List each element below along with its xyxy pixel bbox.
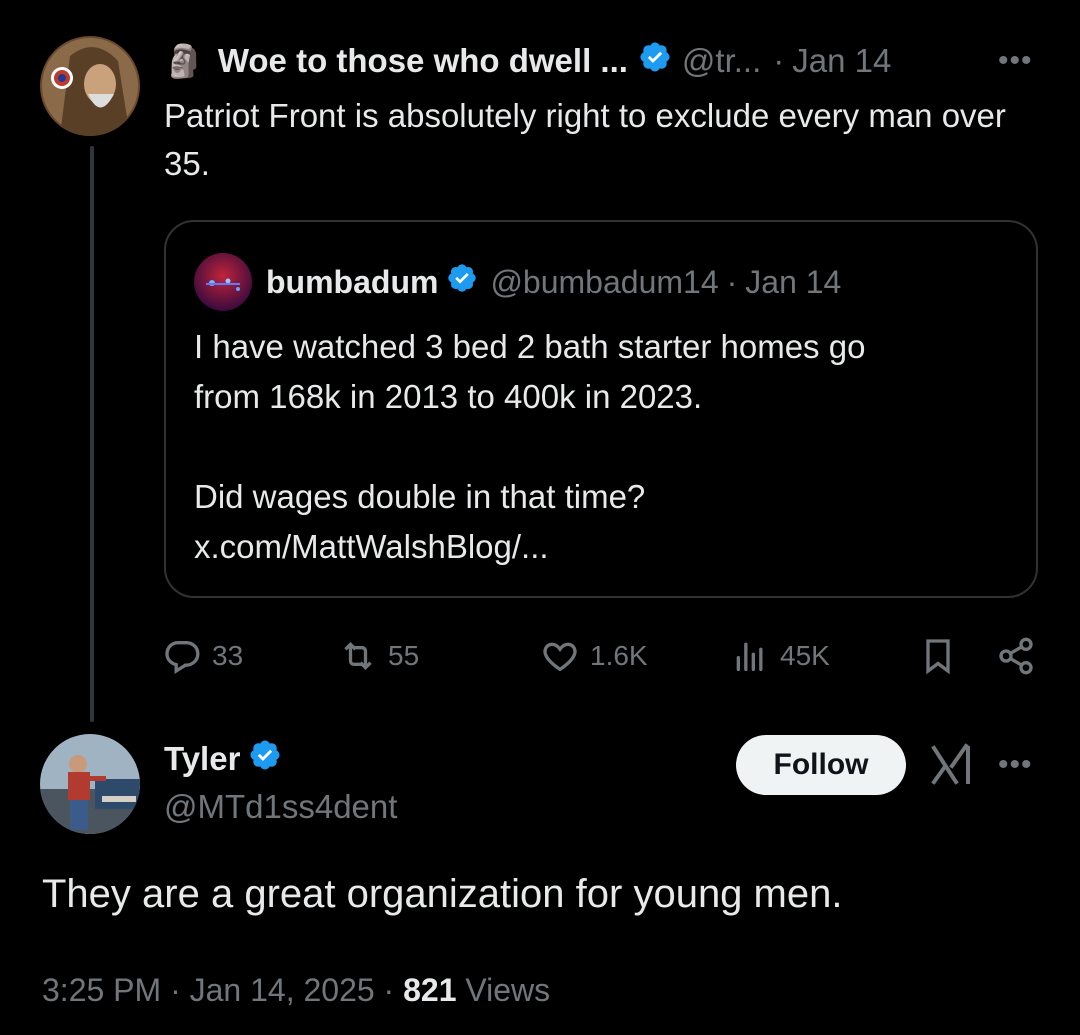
action-bar: 33 55 1.6K 45K	[162, 636, 1042, 680]
reply-button[interactable]: 33	[162, 636, 243, 676]
tweet-date[interactable]: Jan 14, 2025	[190, 972, 375, 1008]
quote-date[interactable]: Jan 14	[745, 264, 841, 301]
views-label: Views	[465, 972, 551, 1008]
tweet2-text: They are a great organization for young …	[42, 872, 843, 916]
tweet-meta: 3:25 PM · Jan 14, 2025 · 821 Views	[42, 972, 550, 1009]
author-handle[interactable]: @MTd1ss4dent	[164, 788, 397, 826]
tweet-date[interactable]: Jan 14	[792, 42, 891, 80]
bookmark-icon	[918, 636, 958, 676]
quote-author-name[interactable]: bumbadum	[266, 264, 438, 301]
grok-icon[interactable]	[930, 742, 974, 791]
repost-count: 55	[388, 640, 420, 671]
avatar[interactable]	[40, 36, 140, 136]
avatar[interactable]	[40, 734, 140, 834]
tweet1-header: 🗿 Woe to those who dwell ... @tr... · Ja…	[164, 38, 1044, 84]
share-icon	[996, 636, 1036, 676]
like-count: 1.6K	[590, 640, 648, 671]
author-handle[interactable]: @tr...	[682, 42, 761, 80]
tweet-time[interactable]: 3:25 PM	[42, 972, 161, 1008]
tweet1-text: Patriot Front is absolutely right to exc…	[164, 97, 1006, 182]
moai-emoji: 🗿	[164, 43, 204, 79]
like-button[interactable]: 1.6K	[540, 636, 648, 676]
thread-line	[90, 146, 94, 722]
share-button[interactable]	[996, 636, 1036, 676]
separator: ·	[170, 972, 181, 1008]
quote-author-handle[interactable]: @bumbadum14	[490, 264, 718, 301]
views-button[interactable]: 45K	[730, 636, 830, 676]
repost-icon	[338, 636, 378, 676]
reply-icon	[162, 636, 202, 676]
separator: ·	[726, 263, 738, 300]
separator: ·	[383, 972, 395, 1008]
views-count: 821	[403, 972, 457, 1008]
verified-icon	[446, 262, 478, 302]
follow-button[interactable]: Follow	[736, 735, 906, 795]
author-name[interactable]: Woe to those who dwell ...	[218, 42, 628, 80]
more-icon[interactable]: •••	[998, 44, 1033, 78]
more-icon[interactable]: •••	[998, 748, 1033, 782]
quoted-tweet[interactable]: bumbadum @bumbadum14 · Jan 14 I have wat…	[164, 220, 1038, 598]
tweet2-author: Tyler	[164, 738, 282, 780]
repost-button[interactable]: 55	[338, 636, 419, 676]
quote-avatar[interactable]	[194, 253, 252, 311]
views-icon	[730, 636, 770, 676]
author-name[interactable]: Tyler	[164, 740, 240, 778]
views-count: 45K	[780, 640, 830, 671]
like-icon	[540, 636, 580, 676]
separator: ·	[773, 42, 785, 79]
quote-header: bumbadum @bumbadum14 · Jan 14	[194, 253, 841, 311]
verified-icon	[638, 40, 672, 82]
bookmark-button[interactable]	[918, 636, 958, 676]
reply-count: 33	[212, 640, 244, 671]
quote-text: I have watched 3 bed 2 bath starter home…	[194, 328, 866, 565]
verified-icon	[248, 738, 282, 780]
